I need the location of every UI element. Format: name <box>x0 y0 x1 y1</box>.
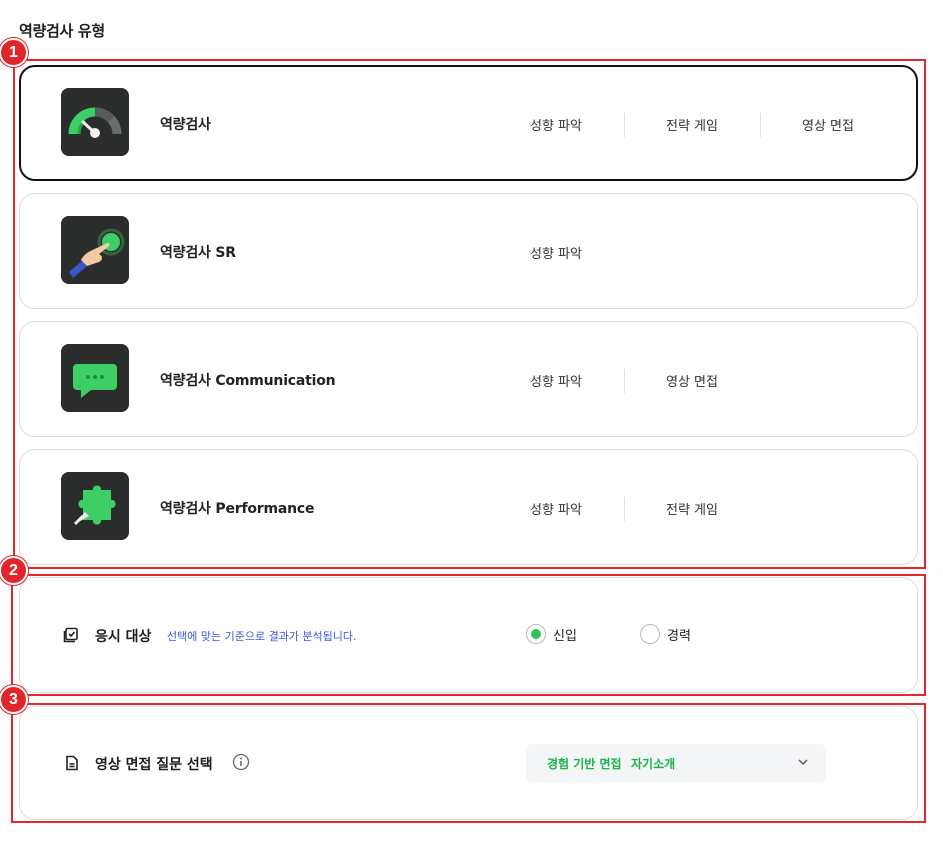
annotation-badge-2: 2 <box>0 556 28 585</box>
tag: 성향 파악 <box>530 374 582 390</box>
tag: 영상 면접 <box>624 368 760 393</box>
interview-question-select[interactable]: 경험 기반 면접 자기소개 <box>526 744 826 782</box>
tag: 성향 파악 <box>530 502 582 518</box>
test-type-card-communication[interactable]: 역량검사 Communication 성향 파악 영상 면접 <box>19 321 918 437</box>
target-hint: 선택에 맞는 기준으로 결과가 분석됩니다. <box>167 630 357 643</box>
selected-chip: 경험 기반 면접 <box>547 757 622 771</box>
chat-bubble-icon <box>61 344 129 412</box>
puzzle-piece-icon <box>61 472 129 540</box>
radio-circle <box>640 624 660 644</box>
tag: 영상 면접 <box>760 112 896 137</box>
annotation-badge-3: 3 <box>0 685 28 714</box>
radio-new-hire[interactable]: 신입 <box>526 624 577 644</box>
tag: 전략 게임 <box>624 496 760 521</box>
radio-circle <box>526 624 546 644</box>
radio-label: 경력 <box>667 628 691 644</box>
tag: 성향 파악 <box>530 246 582 262</box>
info-icon[interactable] <box>232 753 250 771</box>
document-icon <box>66 755 78 771</box>
test-type-name: 역량검사 Communication <box>160 373 336 389</box>
tag-list: 성향 파악 영상 면접 <box>488 368 760 393</box>
tag-list: 성향 파악 전략 게임 <box>488 496 760 521</box>
tag: 성향 파악 <box>530 118 582 134</box>
test-type-card-performance[interactable]: 역량검사 Performance 성향 파악 전략 게임 <box>19 449 918 565</box>
test-type-name: 역량검사 <box>160 117 211 133</box>
target-title: 응시 대상 <box>95 629 152 645</box>
radio-dot <box>531 629 541 639</box>
radio-experienced[interactable]: 경력 <box>640 624 691 644</box>
annotation-badge-1: 1 <box>0 38 28 67</box>
checklist-icon <box>63 627 78 643</box>
tag: 전략 게임 <box>624 112 760 137</box>
test-type-name: 역량검사 SR <box>160 245 236 261</box>
selected-chip: 자기소개 <box>631 757 676 771</box>
radio-label: 신입 <box>553 628 577 644</box>
test-type-card-sr[interactable]: 역량검사 SR 성향 파악 <box>19 193 918 309</box>
target-panel <box>19 577 918 693</box>
pointing-hand-icon <box>61 216 129 284</box>
chevron-down-icon <box>798 759 808 766</box>
test-type-card-competency[interactable]: 역량검사 성향 파악 전략 게임 영상 면접 <box>19 65 918 181</box>
interview-title: 영상 면접 질문 선택 <box>95 757 213 773</box>
tag-list: 성향 파악 전략 게임 영상 면접 <box>488 112 896 137</box>
test-type-name: 역량검사 Performance <box>160 501 315 517</box>
tag-list: 성향 파악 <box>488 240 624 264</box>
section-title: 역량검사 유형 <box>19 22 105 40</box>
speedometer-icon <box>61 88 129 156</box>
